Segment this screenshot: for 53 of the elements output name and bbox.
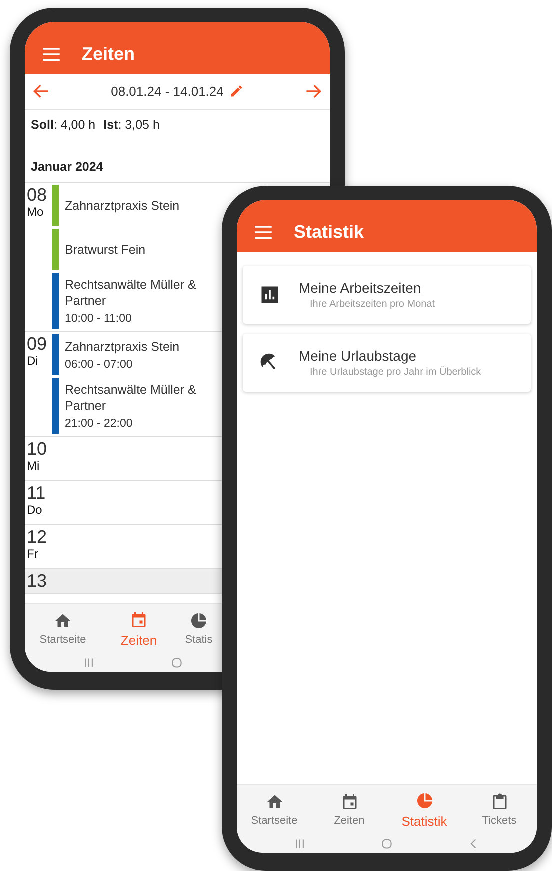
calendar-icon	[340, 793, 358, 811]
month-heading: Januar 2024	[25, 140, 330, 183]
card-title: Meine Urlaubstage	[299, 348, 418, 364]
day-number: 10	[27, 439, 48, 459]
entry-client[interactable]: Rechtsanwälte Müller & Partner	[65, 382, 215, 414]
weekday: Mo	[27, 205, 45, 219]
calendar-icon	[130, 610, 148, 628]
home-button-icon[interactable]	[171, 657, 184, 669]
home-icon	[54, 612, 72, 630]
entry-client[interactable]: Bratwurst Fein	[65, 242, 215, 258]
entry-client[interactable]: Zahnarztpraxis Stein	[65, 198, 215, 214]
card-subtitle: Ihre Urlaubstage pro Jahr im Überblick	[309, 367, 482, 378]
day-number: 13	[27, 571, 48, 591]
nav-tab[interactable]: Startseite	[25, 604, 101, 654]
recent-apps-icon[interactable]	[83, 657, 96, 669]
screen-title: Zeiten	[82, 44, 136, 64]
menu-icon[interactable]	[255, 226, 272, 238]
card-title: Meine Arbeitszeiten	[299, 280, 422, 296]
statistic-card[interactable]: Meine Arbeitszeiten Ihre Arbeitszeiten pro Monat	[243, 266, 531, 324]
weekday: Di	[27, 354, 40, 368]
entry-time: 10:00 - 11:00	[65, 313, 133, 325]
bar-chart-icon	[259, 284, 281, 306]
day-number: 12	[27, 527, 48, 547]
day-number: 11	[27, 483, 47, 503]
nav-tab[interactable]: Tickets	[462, 785, 537, 835]
home-button-icon[interactable]	[380, 838, 393, 850]
recent-apps-icon[interactable]	[294, 838, 306, 850]
menu-icon[interactable]	[43, 48, 60, 60]
entry-client[interactable]: Rechtsanwälte Müller & Partner	[65, 277, 215, 309]
weekday: Mi	[27, 459, 41, 473]
nav-tab[interactable]: Zeiten	[312, 785, 387, 835]
weekday: Fr	[27, 547, 40, 561]
weekday: Do	[27, 503, 44, 517]
pencil-icon[interactable]	[228, 84, 244, 99]
week-range: 08.01.24 - 14.01.24	[111, 84, 224, 99]
entry-time: 06:00 - 07:00	[65, 358, 134, 370]
day-number: 09	[27, 334, 48, 354]
nav-tab[interactable]: Startseite	[237, 785, 312, 835]
pie-chart-icon	[416, 792, 434, 810]
home-icon	[266, 793, 284, 811]
arrow-left-icon[interactable]	[33, 83, 50, 100]
nav-tab[interactable]: Statis	[177, 604, 221, 654]
screen-title: Statistik	[294, 222, 364, 242]
statistic-card[interactable]: Meine Urlaubstage Ihre Urlaubstage pro Jahr im Überblick	[243, 334, 531, 392]
pie-chart-icon	[190, 612, 208, 630]
arrow-right-icon[interactable]	[304, 83, 322, 100]
day-number: 08	[27, 185, 48, 205]
hours-summary: Ist: 3,05 h	[104, 118, 160, 132]
hours-summary: Soll: 4,00 h	[31, 118, 96, 132]
clipboard-icon	[490, 793, 508, 811]
entry-client[interactable]: Zahnarztpraxis Stein	[65, 338, 215, 354]
entry-time: 21:00 - 22:00	[65, 418, 134, 430]
card-subtitle: Ihre Arbeitszeiten pro Monat	[309, 299, 436, 310]
